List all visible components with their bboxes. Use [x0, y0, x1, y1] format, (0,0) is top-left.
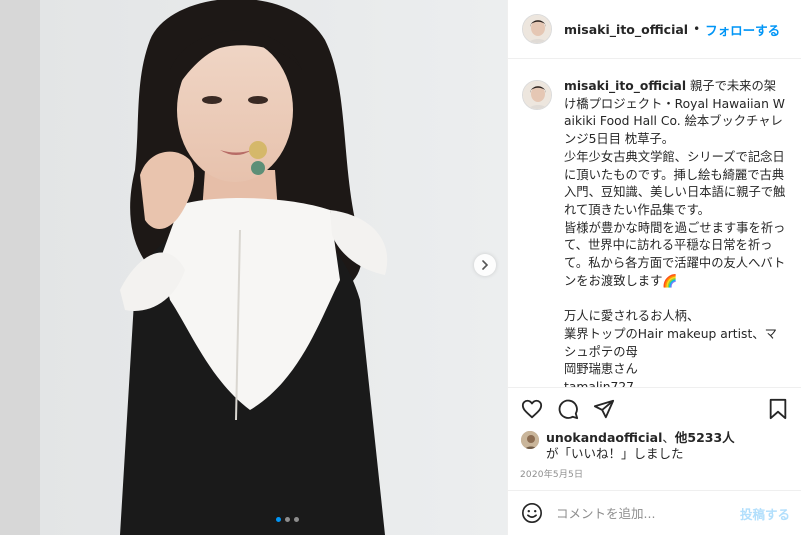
share-icon	[593, 399, 615, 419]
post-photo	[40, 0, 507, 535]
chevron-right-icon	[482, 260, 489, 270]
avatar-image	[521, 431, 539, 449]
carousel-dot-active	[276, 517, 281, 522]
emoji-icon	[522, 503, 542, 523]
heart-icon	[521, 399, 543, 419]
emoji-button[interactable]	[520, 501, 544, 525]
header-separator: •	[693, 22, 701, 36]
post-side-panel: misaki_ito_official • フォローする misaki_ito_…	[507, 0, 801, 535]
carousel-next-button[interactable]	[474, 254, 496, 276]
likes-joiner: 、	[662, 430, 675, 445]
post-media[interactable]	[40, 0, 507, 535]
page-backdrop	[0, 0, 40, 535]
action-icons	[520, 388, 790, 430]
comment-form: 投稿する	[508, 490, 801, 535]
caption-line: 少年少女古典文学館、シリーズで記念日に頂いたものです。挿し絵も綺麗で古典入門、豆…	[564, 149, 786, 217]
avatar[interactable]	[522, 80, 552, 110]
avatar[interactable]	[520, 430, 540, 450]
caption-line: 皆様が豊かな時間を過ごせます事を祈って、世界中に訪れる平穏な日常を祈って。私から…	[564, 220, 786, 288]
like-button[interactable]	[520, 397, 544, 421]
carousel-dot	[294, 517, 299, 522]
post-date[interactable]: 2020年5月5日	[520, 467, 790, 487]
author-username[interactable]: misaki_ito_official	[564, 22, 688, 37]
comments-area[interactable]: misaki_ito_official 親子で未来の架け橋プロジェクト・Roya…	[508, 60, 801, 387]
caption-text: misaki_ito_official 親子で未来の架け橋プロジェクト・Roya…	[564, 78, 788, 387]
avatar-image	[523, 15, 551, 43]
comment-button[interactable]	[556, 397, 580, 421]
share-button[interactable]	[592, 397, 616, 421]
post-actions: unokandaofficial、他5233人 が「いいね！」しました 2020…	[508, 387, 801, 487]
carousel-dots	[276, 517, 299, 522]
follow-button[interactable]: フォローする	[705, 20, 780, 39]
post-comment-button[interactable]: 投稿する	[740, 504, 790, 523]
caption-line: 万人に愛されるお人柄、	[564, 309, 700, 324]
comment-input[interactable]	[556, 505, 740, 521]
likes-suffix: が「いいね！」しました	[546, 446, 684, 461]
caption-username[interactable]: misaki_ito_official	[564, 79, 686, 93]
caption-line: 業界トップのHair makeup artist、マシュポテの母	[564, 326, 777, 359]
caption-line: 岡野瑞恵さん	[564, 362, 638, 377]
likes-text: unokandaofficial、他5233人 が「いいね！」しました	[546, 430, 735, 462]
liker-username[interactable]: unokandaofficial	[546, 430, 662, 445]
avatar-image	[523, 81, 551, 109]
avatar[interactable]	[522, 14, 552, 44]
likes-summary: unokandaofficial、他5233人 が「いいね！」しました	[520, 430, 790, 464]
bookmark-icon	[769, 398, 787, 420]
carousel-dot	[285, 517, 290, 522]
post-header: misaki_ito_official • フォローする	[508, 0, 801, 59]
likes-count[interactable]: 他5233人	[675, 430, 735, 445]
comment-icon	[558, 399, 579, 420]
caption-mention[interactable]: tamalin727	[564, 379, 788, 387]
save-button[interactable]	[766, 397, 790, 421]
caption: misaki_ito_official 親子で未来の架け橋プロジェクト・Roya…	[522, 78, 788, 387]
